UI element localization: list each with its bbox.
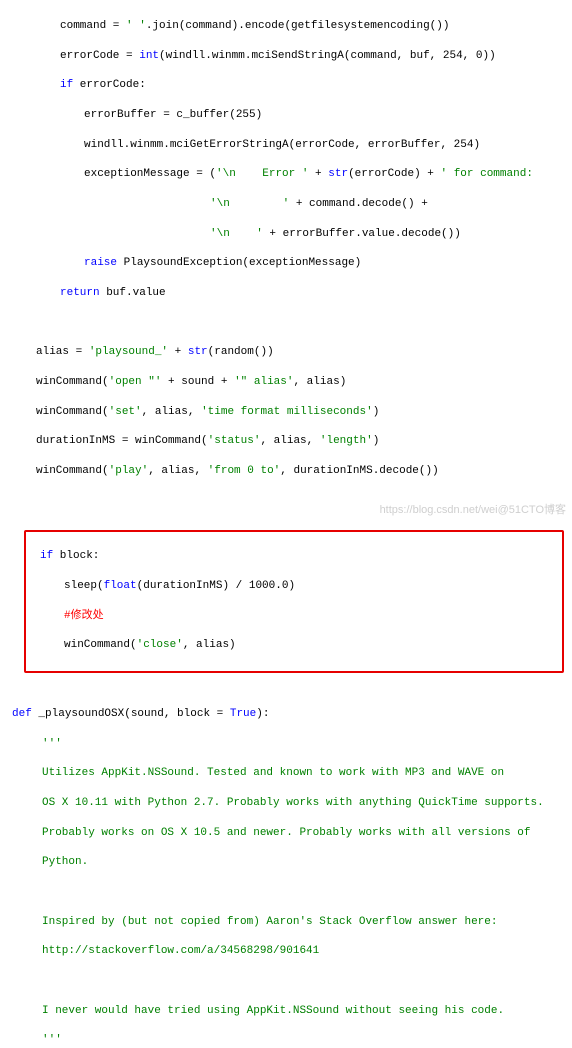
code-line: winCommand('set', alias, 'time format mi…	[0, 405, 572, 420]
code-line: durationInMS = winCommand('status', alia…	[0, 434, 572, 449]
code-line: raise PlaysoundException(exceptionMessag…	[0, 256, 572, 271]
code-line: '\n ' + command.decode() +	[0, 197, 572, 212]
docstring-line: '''	[0, 737, 572, 752]
code-line: #修改处	[26, 609, 562, 624]
blank-line	[0, 494, 572, 498]
docstring-line: OS X 10.11 with Python 2.7. Probably wor…	[0, 796, 572, 811]
code-line: winCommand('open "' + sound + '" alias',…	[0, 375, 572, 390]
docstring-line: I never would have tried using AppKit.NS…	[0, 1004, 572, 1019]
highlighted-block: if block: sleep(float(durationInMS) / 10…	[24, 530, 564, 674]
code-line: '\n ' + errorBuffer.value.decode())	[0, 227, 572, 242]
docstring-line: Utilizes AppKit.NSSound. Tested and know…	[0, 766, 572, 781]
code-line: def _playsoundOSX(sound, block = True):	[0, 707, 572, 722]
docstring-line: http://stackoverflow.com/a/34568298/9016…	[0, 944, 572, 959]
docstring-line: Probably works on OS X 10.5 and newer. P…	[0, 826, 572, 841]
blank-line	[0, 885, 572, 900]
docstring-line: Inspired by (but not copied from) Aaron'…	[0, 915, 572, 930]
code-line: winCommand('close', alias)	[26, 638, 562, 653]
code-line: alias = 'playsound_' + str(random())	[0, 345, 572, 360]
code-line: if errorCode:	[0, 78, 572, 93]
code-line: errorCode = int(windll.winmm.mciSendStri…	[0, 49, 572, 64]
code-block: command = ' '.join(command).encode(getfi…	[0, 0, 572, 1048]
code-line: winCommand('play', alias, 'from 0 to', d…	[0, 464, 572, 479]
docstring-line: '''	[0, 1033, 572, 1048]
code-line: command = ' '.join(command).encode(getfi…	[0, 19, 572, 34]
code-line: errorBuffer = c_buffer(255)	[0, 108, 572, 123]
blank-line	[0, 974, 572, 989]
blank-line	[0, 316, 572, 331]
code-line: sleep(float(durationInMS) / 1000.0)	[26, 579, 562, 594]
code-line: if block:	[26, 549, 562, 564]
code-line: windll.winmm.mciGetErrorStringA(errorCod…	[0, 138, 572, 153]
docstring-line: Python.	[0, 855, 572, 870]
code-line: return buf.value	[0, 286, 572, 301]
code-line: exceptionMessage = ('\n Error ' + str(er…	[0, 167, 572, 182]
